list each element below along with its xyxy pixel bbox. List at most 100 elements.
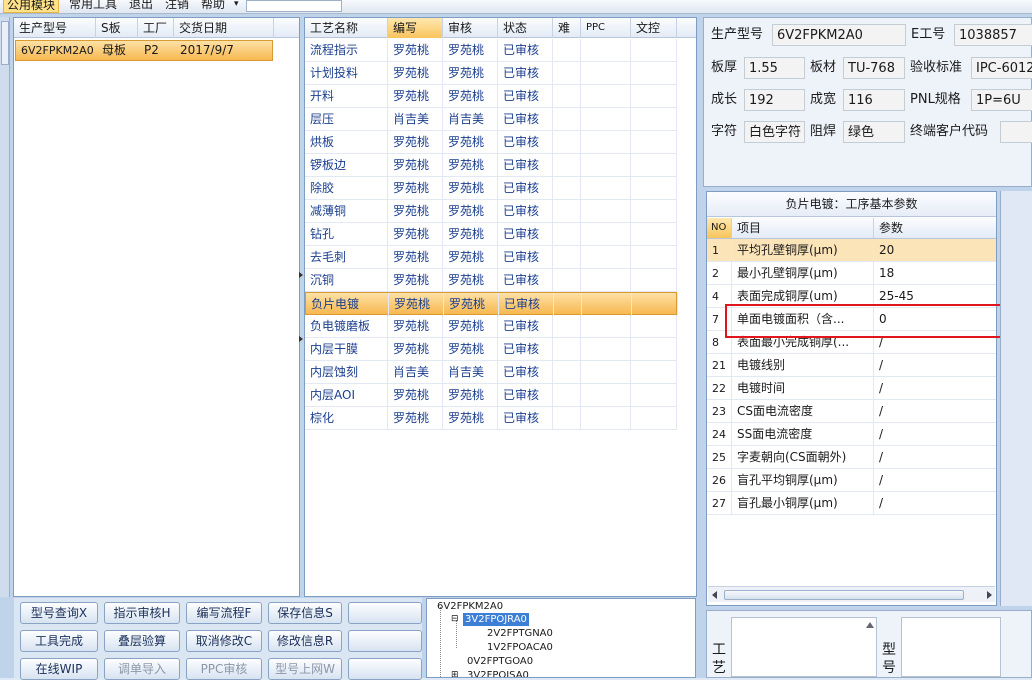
menu-bar: 公用模块 常用工具 退出 注销 帮助 ▾ — [0, 0, 1032, 14]
collapse-tab[interactable] — [1, 21, 9, 65]
col-ppc[interactable]: PPC — [581, 18, 631, 38]
field-width[interactable]: 116 — [843, 89, 905, 111]
col-difficulty[interactable]: 难 — [553, 18, 581, 38]
col-process-name[interactable]: 工艺名称 — [305, 18, 388, 38]
tree-node-sibling[interactable]: 0V2FPTGOA0 — [467, 655, 533, 668]
table-row[interactable]: 内层AOI 罗苑桃 罗苑桃 已审核 — [305, 384, 677, 407]
table-row[interactable]: 烘板 罗苑桃 罗苑桃 已审核 — [305, 131, 677, 154]
cell-ppc — [581, 62, 631, 85]
table-row[interactable]: 负片电镀 罗苑桃 罗苑桃 已审核 — [305, 292, 678, 316]
field-thickness[interactable]: 1.55 — [744, 57, 805, 79]
action-button[interactable]: PPC审核 — [186, 658, 262, 680]
field-model[interactable]: 6V2FPKM2A0 — [772, 24, 906, 46]
col-model[interactable]: 生产型号 — [14, 18, 96, 38]
action-button[interactable]: 取消修改C — [186, 630, 262, 652]
action-button[interactable]: 型号查询X — [20, 602, 98, 624]
table-row[interactable]: 除胶 罗苑桃 罗苑桃 已审核 — [305, 177, 677, 200]
model-memo[interactable] — [901, 617, 1001, 677]
col-reviewer[interactable]: 审核 — [443, 18, 498, 38]
cell-param-no: 2 — [707, 262, 732, 285]
action-button[interactable]: 工具完成 — [20, 630, 98, 652]
param-row[interactable]: 21 电镀线别 / — [707, 354, 996, 377]
field-material[interactable]: TU-768 — [843, 57, 905, 79]
table-row[interactable]: 负电镀磨板 罗苑桃 罗苑桃 已审核 — [305, 315, 677, 338]
menu-logout[interactable]: 注销 — [162, 0, 192, 13]
param-row[interactable]: 23 CS面电流密度 / — [707, 400, 996, 423]
menu-common-tools[interactable]: 常用工具 — [66, 0, 120, 13]
blank-button[interactable] — [348, 658, 422, 680]
scroll-up-icon[interactable] — [866, 622, 874, 628]
param-row[interactable]: 2 最小孔壁铜厚(μm) 18 — [707, 262, 996, 285]
table-row[interactable]: 去毛刺 罗苑桃 罗苑桃 已审核 — [305, 246, 677, 269]
param-row[interactable]: 27 盲孔最小铜厚(μm) / — [707, 492, 996, 515]
action-button[interactable]: 保存信息S — [268, 602, 342, 624]
action-button[interactable]: 指示审核H — [104, 602, 180, 624]
tree-node-child[interactable]: 2V2FPTGNA0 — [487, 627, 553, 640]
table-row[interactable]: 棕化 罗苑桃 罗苑桃 已审核 — [305, 407, 677, 430]
table-row[interactable]: 减薄铜 罗苑桃 罗苑桃 已审核 — [305, 200, 677, 223]
col-author[interactable]: 编写 — [388, 18, 443, 38]
col-item[interactable]: 项目 — [732, 218, 874, 238]
tree-node-sibling[interactable]: 3V2FPOJSA0 — [467, 669, 529, 677]
cell-s-board: 母板 — [102, 43, 127, 57]
field-solder-mask[interactable]: 绿色 — [843, 121, 905, 143]
action-button[interactable]: 编写流程F — [186, 602, 262, 624]
table-row[interactable]: 内层蚀刻 肖吉美 肖吉美 已审核 — [305, 361, 677, 384]
col-factory[interactable]: 工厂 — [138, 18, 174, 38]
scroll-left-icon[interactable] — [711, 591, 719, 599]
menu-exit[interactable]: 退出 — [126, 0, 156, 13]
col-delivery-date[interactable]: 交货日期 — [174, 18, 274, 38]
tree-expand-icon[interactable]: ⊞ — [451, 669, 459, 677]
action-button[interactable]: 在线WIP — [20, 658, 98, 680]
menu-public-module[interactable]: 公用模块 — [3, 0, 60, 13]
cell-reviewer: 罗苑桃 — [443, 384, 498, 407]
cell-param-no: 24 — [707, 423, 732, 446]
horizontal-scrollbar[interactable] — [708, 586, 995, 602]
param-row[interactable]: 24 SS面电流密度 / — [707, 423, 996, 446]
param-row[interactable]: 22 电镀时间 / — [707, 377, 996, 400]
param-row[interactable]: 25 字麦朝向(CS面朝外) / — [707, 446, 996, 469]
table-row[interactable]: 6V2FPKM2A0 母板 P2 2017/9/7 — [15, 40, 273, 61]
action-button[interactable]: 调单导入 — [104, 658, 180, 680]
tree-node-child[interactable]: 1V2FPOACA0 — [487, 641, 553, 654]
splitter-arrows-icon[interactable] — [299, 272, 303, 342]
field-customer-code[interactable] — [1000, 121, 1032, 143]
field-length[interactable]: 192 — [744, 89, 805, 111]
tree-expand-icon[interactable]: ⊟ — [451, 613, 459, 626]
cell-reviewer: 罗苑桃 — [443, 177, 498, 200]
table-row[interactable]: 钻孔 罗苑桃 罗苑桃 已审核 — [305, 223, 677, 246]
menu-combo-box[interactable] — [246, 0, 342, 12]
action-button[interactable]: 型号上网W — [268, 658, 342, 680]
table-row[interactable]: 沉铜 罗苑桃 罗苑桃 已审核 — [305, 269, 677, 292]
table-row[interactable]: 层压 肖吉美 肖吉美 已审核 — [305, 108, 677, 131]
col-status[interactable]: 状态 — [498, 18, 553, 38]
param-row[interactable]: 26 盲孔平均铜厚(μm) / — [707, 469, 996, 492]
tree-node-selected[interactable]: 3V2FPOJRA0 — [463, 613, 529, 626]
blank-button[interactable] — [348, 602, 422, 624]
col-no[interactable]: NO — [707, 218, 732, 238]
param-row[interactable]: 1 平均孔壁铜厚(μm) 20 — [707, 239, 996, 262]
action-button[interactable]: 叠层验算 — [104, 630, 180, 652]
table-row[interactable]: 流程指示 罗苑桃 罗苑桃 已审核 — [305, 39, 677, 62]
scroll-right-icon[interactable] — [985, 591, 993, 599]
menu-help[interactable]: 帮助 — [198, 0, 228, 13]
table-row[interactable]: 锣板边 罗苑桃 罗苑桃 已审核 — [305, 154, 677, 177]
cell-factory: P2 — [144, 43, 159, 57]
blank-button[interactable] — [348, 630, 422, 652]
field-standard[interactable]: IPC-6012 — [971, 57, 1032, 79]
tree-node-root[interactable]: 6V2FPKM2A0 — [437, 600, 503, 613]
table-row[interactable]: 计划投料 罗苑桃 罗苑桃 已审核 — [305, 62, 677, 85]
label-model: 生产型号 — [711, 27, 764, 42]
col-s-board[interactable]: S板 — [96, 18, 138, 38]
action-button[interactable]: 修改信息R — [268, 630, 342, 652]
col-param-value[interactable]: 参数 — [874, 218, 996, 238]
process-memo[interactable] — [731, 617, 877, 677]
col-doc-control[interactable]: 文控 — [631, 18, 677, 38]
scrollbar-thumb[interactable] — [724, 590, 964, 600]
table-row[interactable]: 开料 罗苑桃 罗苑桃 已审核 — [305, 85, 677, 108]
chevron-down-icon[interactable]: ▾ — [231, 0, 242, 13]
field-e-number[interactable]: 1038857 — [954, 24, 1032, 46]
field-pnl-spec[interactable]: 1P=6U — [971, 89, 1032, 111]
field-character[interactable]: 白色字符 — [744, 121, 805, 143]
table-row[interactable]: 内层干膜 罗苑桃 罗苑桃 已审核 — [305, 338, 677, 361]
